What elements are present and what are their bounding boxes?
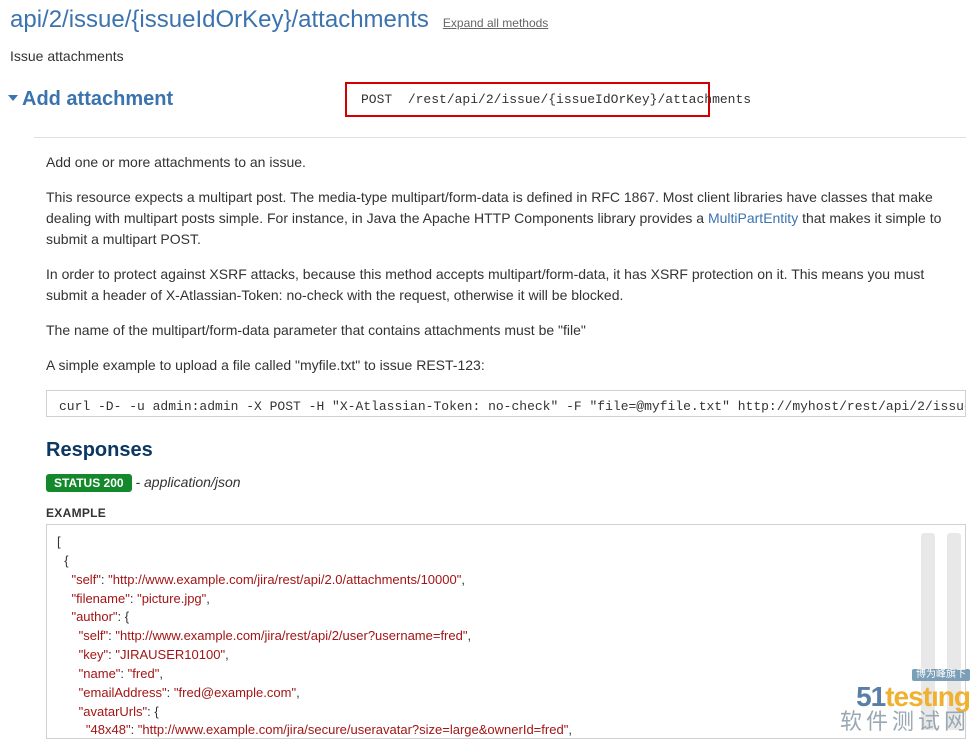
- example-json-content: [ { "self": "http://www.example.com/jira…: [57, 533, 955, 739]
- endpoint-box: POST /rest/api/2/issue/{issueIdOrKey}/at…: [345, 82, 710, 117]
- status-line: STATUS 200 - application/json: [46, 474, 966, 492]
- method-detail-panel: Add one or more attachments to an issue.…: [34, 137, 966, 739]
- description-p4: The name of the multipart/form-data para…: [46, 320, 966, 341]
- description-p1: Add one or more attachments to an issue.: [46, 152, 966, 173]
- expand-all-methods-link[interactable]: Expand all methods: [443, 16, 548, 30]
- responses-heading: Responses: [46, 439, 966, 462]
- resource-path-title: api/2/issue/{issueIdOrKey}/attachments: [10, 6, 429, 34]
- multipart-entity-link[interactable]: MultiPartEntity: [708, 210, 798, 226]
- description-p5: A simple example to upload a file called…: [46, 355, 966, 376]
- scrollbar-vertical-icon[interactable]: [947, 533, 961, 730]
- http-method-label: POST: [361, 92, 392, 107]
- description-p2: This resource expects a multipart post. …: [46, 187, 966, 250]
- method-title-add-attachment[interactable]: Add attachment: [10, 88, 345, 111]
- scrollbar-vertical-icon[interactable]: [921, 533, 935, 730]
- resource-subtitle: Issue attachments: [10, 48, 966, 64]
- curl-example-block[interactable]: curl -D- -u admin:admin -X POST -H "X-At…: [46, 390, 966, 417]
- curl-example-text: curl -D- -u admin:admin -X POST -H "X-At…: [47, 391, 966, 416]
- caret-down-icon: [8, 95, 18, 101]
- method-title-text: Add attachment: [22, 88, 173, 110]
- example-response-block[interactable]: [ { "self": "http://www.example.com/jira…: [46, 524, 966, 739]
- endpoint-path: /rest/api/2/issue/{issueIdOrKey}/attachm…: [408, 92, 751, 107]
- response-mime-type: - application/json: [135, 474, 240, 490]
- status-200-badge: STATUS 200: [46, 474, 132, 492]
- example-label: EXAMPLE: [46, 506, 966, 520]
- description-p3: In order to protect against XSRF attacks…: [46, 264, 966, 306]
